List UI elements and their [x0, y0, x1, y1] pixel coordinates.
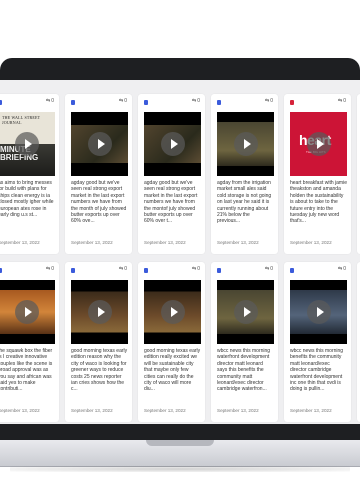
source-logo-icon: [71, 268, 75, 273]
share-icon: ⇆: [265, 97, 270, 104]
share-count[interactable]: ⇆ 0: [338, 98, 346, 104]
play-icon[interactable]: [14, 300, 39, 324]
share-count-value: 0: [343, 266, 346, 272]
source-logo-icon: [217, 268, 221, 273]
share-count-value: 0: [343, 98, 346, 104]
play-icon[interactable]: [160, 132, 185, 156]
source-logo-icon: [290, 100, 294, 105]
share-count-value: 0: [124, 266, 127, 272]
source-logo-icon: [290, 268, 294, 273]
share-count-value: 0: [197, 98, 200, 104]
clip-transcript: agday good but we've seen real strong ex…: [144, 180, 198, 225]
laptop-screen: ⇆ 0 THE WALL STREET JOURNAL MINUTE BRIEFING…: [0, 80, 360, 424]
video-thumbnail[interactable]: [71, 280, 128, 344]
source-logo-icon: [144, 268, 148, 273]
share-count-value: 0: [51, 98, 54, 104]
source-logo-icon: [0, 100, 2, 105]
share-count[interactable]: ⇆ 0: [192, 98, 200, 104]
media-clip-card[interactable]: ⇆ 0 good morning texas early edition reall…: [138, 262, 205, 422]
share-icon: ⇆: [46, 265, 51, 272]
laptop-notch: [146, 440, 214, 446]
share-icon: ⇆: [265, 265, 270, 272]
play-icon[interactable]: [87, 300, 112, 324]
play-icon[interactable]: [233, 300, 258, 324]
media-clip-card[interactable]: ⇆ 0 the squawk box the fiber is I creative…: [0, 262, 59, 422]
video-thumbnail[interactable]: heartTHE BIG HITS: [290, 112, 347, 176]
clip-transcript: agday good but we've seen real strong ex…: [71, 180, 127, 225]
video-thumbnail[interactable]: [71, 112, 128, 176]
share-count[interactable]: ⇆ 0: [192, 266, 200, 272]
video-thumbnail[interactable]: [217, 280, 274, 344]
video-thumbnail[interactable]: [0, 280, 55, 344]
source-logo-icon: [0, 268, 2, 273]
share-icon: ⇆: [338, 265, 343, 272]
clip-date: September 13, 2022: [217, 408, 259, 413]
play-icon[interactable]: [306, 132, 331, 156]
share-icon: ⇆: [119, 265, 124, 272]
media-clip-card[interactable]: ⇆ 0 agday from the irrigation market small…: [211, 94, 278, 254]
video-thumbnail[interactable]: [144, 280, 201, 344]
media-clip-card[interactable]: ⇆0 heartTHE BIG HITSheart breakfast with …: [284, 94, 351, 254]
source-logo-icon: [144, 100, 148, 105]
video-thumbnail[interactable]: THE WALL STREET JOURNAL MINUTE BRIEFING: [0, 112, 55, 176]
share-icon: ⇆: [46, 97, 51, 104]
share-count-value: 0: [270, 266, 273, 272]
share-count[interactable]: ⇆ 0: [265, 266, 273, 272]
clip-date: September 13, 2022: [144, 408, 186, 413]
play-icon[interactable]: [87, 132, 112, 156]
media-clip-card[interactable]: ⇆ 0 agday good but we've seen real strong …: [65, 94, 132, 254]
share-count-value: 0: [270, 98, 273, 104]
video-thumbnail[interactable]: [290, 280, 347, 344]
source-logo-icon: [217, 100, 221, 105]
clip-date: September 13, 2022: [0, 240, 40, 245]
clip-row-2: ⇆ 0 the squawk box the fiber is I creative…: [0, 262, 360, 422]
source-logo-icon: [71, 100, 75, 105]
media-clip-card[interactable]: ⇆ 0 good morning texas early edition reaso…: [65, 262, 132, 422]
clip-transcript: good morning texas early edition really …: [144, 348, 201, 393]
clip-transcript: wbcc news this morning benefits the comm…: [290, 348, 344, 393]
share-count-value: 0: [51, 266, 54, 272]
clip-date: September 13, 2022: [71, 240, 113, 245]
media-clip-card[interactable]: ⇆ 0 THE WALL STREET JOURNAL MINUTE BRIEFING…: [0, 94, 59, 254]
clip-date: September 13, 2022: [144, 240, 186, 245]
play-icon[interactable]: [14, 132, 39, 156]
video-thumbnail[interactable]: [144, 112, 201, 176]
clip-row-1: ⇆ 0 THE WALL STREET JOURNAL MINUTE BRIEFING…: [0, 94, 360, 254]
clip-transcript: as aims to bring messes for build with p…: [0, 180, 54, 219]
clip-transcript: the squawk box the fiber is I creative i…: [0, 348, 53, 393]
share-count-value: 0: [197, 266, 200, 272]
thumbnail-masthead: THE WALL STREET JOURNAL: [2, 115, 41, 125]
clip-transcript: wbcc news this morning waterfront develo…: [217, 348, 271, 393]
clip-transcript: good morning texas early edition reason …: [71, 348, 128, 393]
clip-date: September 13, 2022: [71, 408, 113, 413]
share-count[interactable]: ⇆ 0: [46, 266, 54, 272]
share-icon: ⇆: [192, 97, 197, 104]
clip-date: September 13, 2022: [290, 408, 332, 413]
media-clip-card[interactable]: ⇆ 0 wbcc news this morning waterfront deve…: [211, 262, 278, 422]
share-count[interactable]: ⇆ 0: [119, 98, 127, 104]
clip-date: September 13, 2022: [0, 408, 40, 413]
clip-transcript: heart breakfast with jamie theakston and…: [290, 180, 347, 225]
play-icon[interactable]: [160, 300, 185, 324]
clip-date: September 13, 2022: [217, 240, 259, 245]
share-icon: ⇆: [119, 97, 124, 104]
share-count-value: 0: [124, 98, 127, 104]
share-count[interactable]: ⇆ 0: [338, 266, 346, 272]
share-count[interactable]: ⇆ 0: [46, 98, 54, 104]
media-clip-card[interactable]: ⇆ 0 agday good but we've seen real strong …: [138, 94, 205, 254]
play-icon[interactable]: [233, 132, 258, 156]
share-icon: ⇆: [192, 265, 197, 272]
clip-transcript: agday from the irrigation market small a…: [217, 180, 272, 225]
share-count[interactable]: ⇆ 0: [265, 98, 273, 104]
share-icon: ⇆: [338, 97, 343, 104]
media-clip-card[interactable]: ⇆ 0 wbcc news this morning benefits the co…: [284, 262, 351, 422]
share-count[interactable]: ⇆ 0: [119, 266, 127, 272]
clip-date: September 13, 2022: [290, 240, 332, 245]
play-icon[interactable]: [306, 300, 331, 324]
video-thumbnail[interactable]: [217, 112, 274, 176]
laptop-shadow: [10, 466, 350, 472]
